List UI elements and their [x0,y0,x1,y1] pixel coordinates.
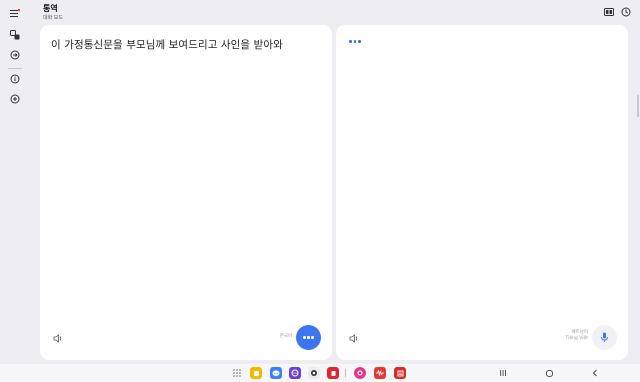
target-language-native: Tiếng Việt [565,336,588,341]
camera-icon[interactable] [308,367,320,379]
processing-button[interactable] [296,325,321,350]
gallery-icon[interactable] [354,367,366,379]
history-icon[interactable] [620,6,632,18]
target-panel: 베트남어 Tiếng Việt [336,25,628,360]
add-icon[interactable] [6,90,24,108]
interpreter-icon[interactable] [6,26,24,44]
speaker-icon[interactable] [52,332,64,344]
notes-icon[interactable] [250,367,262,379]
navigation-rail [0,0,30,364]
page-subtitle: 대화 모드 [43,15,63,21]
edge-panel-handle[interactable] [637,95,639,117]
menu-icon[interactable] [6,4,24,22]
conversation-icon[interactable] [6,46,24,64]
office-icon[interactable] [394,367,406,379]
source-language-label[interactable]: 한국어 [280,333,292,339]
microphone-button[interactable] [592,325,617,350]
back-icon[interactable] [590,368,600,378]
home-icon[interactable] [544,368,554,378]
recent-apps-icon[interactable] [498,368,508,378]
header-actions [603,6,632,18]
more-dots-icon [303,336,314,339]
source-language-name: 한국어 [279,334,292,339]
page-title: 통역 [43,4,58,13]
taskbar [0,364,640,382]
target-language-label[interactable]: 베트남어 Tiếng Việt [565,330,588,342]
taskbar-divider [345,369,346,377]
info-icon[interactable] [6,70,24,88]
source-text[interactable]: 이 가정통신문을 부모님께 보여드리고 사인을 받아와 [51,37,283,52]
app-header: 통역 대화 모드 [43,4,63,22]
rail-divider [8,68,22,69]
voice-recorder-icon[interactable] [374,367,386,379]
translating-indicator-icon [349,40,361,43]
app-drawer-icon[interactable] [231,367,243,379]
internet-icon[interactable] [289,367,301,379]
dual-screen-icon[interactable] [603,6,615,18]
store-icon[interactable] [327,367,339,379]
messages-icon[interactable] [270,367,282,379]
speaker-icon[interactable] [348,332,360,344]
source-panel: 이 가정통신문을 부모님께 보여드리고 사인을 받아와 한국어 [40,25,332,360]
